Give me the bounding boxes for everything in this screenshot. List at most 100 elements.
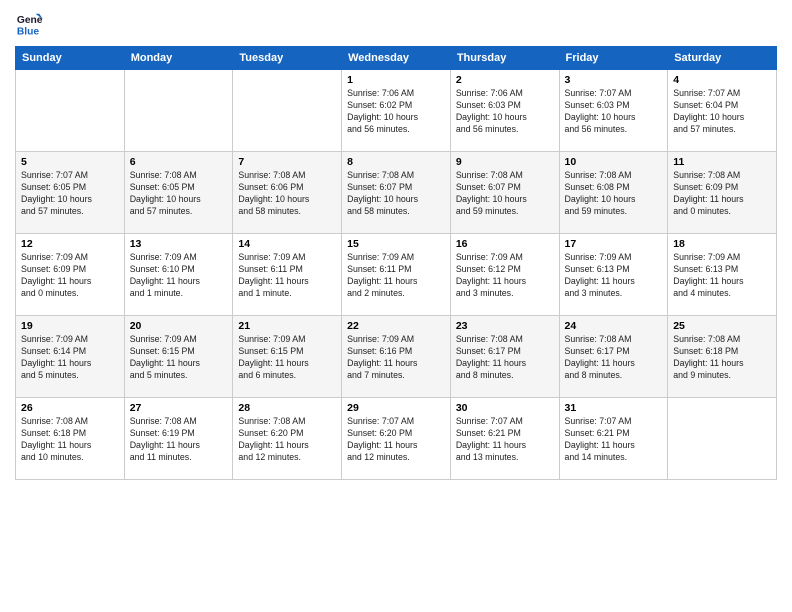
calendar-cell: 11 Sunrise: 7:08 AM Sunset: 6:09 PM Dayli…	[668, 152, 777, 234]
day-number: 12	[21, 238, 119, 250]
day-number: 18	[673, 238, 771, 250]
page: General Blue SundayMondayTuesdayWednesda…	[0, 0, 792, 612]
day-number: 7	[238, 156, 336, 168]
calendar-header-row: SundayMondayTuesdayWednesdayThursdayFrid…	[16, 47, 777, 70]
calendar-cell: 21 Sunrise: 7:09 AM Sunset: 6:15 PM Dayli…	[233, 316, 342, 398]
day-number: 15	[347, 238, 445, 250]
day-info: Sunrise: 7:08 AM Sunset: 6:09 PM Dayligh…	[673, 170, 771, 218]
calendar-week-row: 12 Sunrise: 7:09 AM Sunset: 6:09 PM Dayli…	[16, 234, 777, 316]
day-info: Sunrise: 7:09 AM Sunset: 6:13 PM Dayligh…	[673, 252, 771, 300]
day-number: 8	[347, 156, 445, 168]
day-info: Sunrise: 7:08 AM Sunset: 6:08 PM Dayligh…	[565, 170, 663, 218]
weekday-header: Thursday	[450, 47, 559, 70]
day-info: Sunrise: 7:07 AM Sunset: 6:04 PM Dayligh…	[673, 88, 771, 136]
day-info: Sunrise: 7:08 AM Sunset: 6:07 PM Dayligh…	[347, 170, 445, 218]
day-number: 5	[21, 156, 119, 168]
day-info: Sunrise: 7:08 AM Sunset: 6:19 PM Dayligh…	[130, 416, 228, 464]
calendar-cell: 9 Sunrise: 7:08 AM Sunset: 6:07 PM Daylig…	[450, 152, 559, 234]
calendar-cell: 22 Sunrise: 7:09 AM Sunset: 6:16 PM Dayli…	[342, 316, 451, 398]
day-number: 6	[130, 156, 228, 168]
day-info: Sunrise: 7:06 AM Sunset: 6:03 PM Dayligh…	[456, 88, 554, 136]
day-number: 26	[21, 402, 119, 414]
day-number: 30	[456, 402, 554, 414]
logo-icon: General Blue	[15, 10, 43, 38]
calendar-cell: 19 Sunrise: 7:09 AM Sunset: 6:14 PM Dayli…	[16, 316, 125, 398]
day-info: Sunrise: 7:07 AM Sunset: 6:21 PM Dayligh…	[456, 416, 554, 464]
day-number: 16	[456, 238, 554, 250]
day-number: 22	[347, 320, 445, 332]
day-info: Sunrise: 7:09 AM Sunset: 6:09 PM Dayligh…	[21, 252, 119, 300]
day-number: 14	[238, 238, 336, 250]
day-info: Sunrise: 7:09 AM Sunset: 6:11 PM Dayligh…	[238, 252, 336, 300]
weekday-header: Friday	[559, 47, 668, 70]
calendar-week-row: 26Sunrise: 7:08 AM Sunset: 6:18 PM Dayli…	[16, 398, 777, 480]
day-number: 9	[456, 156, 554, 168]
day-number: 4	[673, 74, 771, 86]
day-number: 21	[238, 320, 336, 332]
day-info: Sunrise: 7:08 AM Sunset: 6:20 PM Dayligh…	[238, 416, 336, 464]
day-info: Sunrise: 7:09 AM Sunset: 6:11 PM Dayligh…	[347, 252, 445, 300]
logo: General Blue	[15, 10, 47, 38]
day-info: Sunrise: 7:07 AM Sunset: 6:21 PM Dayligh…	[565, 416, 663, 464]
day-number: 23	[456, 320, 554, 332]
day-info: Sunrise: 7:07 AM Sunset: 6:05 PM Dayligh…	[21, 170, 119, 218]
weekday-header: Tuesday	[233, 47, 342, 70]
day-number: 27	[130, 402, 228, 414]
calendar-cell: 25 Sunrise: 7:08 AM Sunset: 6:18 PM Dayli…	[668, 316, 777, 398]
calendar-cell: 8 Sunrise: 7:08 AM Sunset: 6:07 PM Daylig…	[342, 152, 451, 234]
calendar-cell	[233, 70, 342, 152]
calendar-cell: 31 Sunrise: 7:07 AM Sunset: 6:21 PM Dayli…	[559, 398, 668, 480]
calendar-cell: 7 Sunrise: 7:08 AM Sunset: 6:06 PM Daylig…	[233, 152, 342, 234]
calendar-cell: 1 Sunrise: 7:06 AM Sunset: 6:02 PM Daylig…	[342, 70, 451, 152]
calendar-table: SundayMondayTuesdayWednesdayThursdayFrid…	[15, 46, 777, 480]
day-number: 2	[456, 74, 554, 86]
day-info: Sunrise: 7:08 AM Sunset: 6:05 PM Dayligh…	[130, 170, 228, 218]
day-info: Sunrise: 7:09 AM Sunset: 6:15 PM Dayligh…	[238, 334, 336, 382]
day-number: 13	[130, 238, 228, 250]
calendar-cell: 6 Sunrise: 7:08 AM Sunset: 6:05 PM Daylig…	[124, 152, 233, 234]
weekday-header: Wednesday	[342, 47, 451, 70]
calendar-cell: 2 Sunrise: 7:06 AM Sunset: 6:03 PM Daylig…	[450, 70, 559, 152]
day-info: Sunrise: 7:09 AM Sunset: 6:10 PM Dayligh…	[130, 252, 228, 300]
calendar-week-row: 1 Sunrise: 7:06 AM Sunset: 6:02 PM Daylig…	[16, 70, 777, 152]
day-info: Sunrise: 7:09 AM Sunset: 6:13 PM Dayligh…	[565, 252, 663, 300]
day-info: Sunrise: 7:08 AM Sunset: 6:18 PM Dayligh…	[673, 334, 771, 382]
day-number: 31	[565, 402, 663, 414]
calendar-cell: 18 Sunrise: 7:09 AM Sunset: 6:13 PM Dayli…	[668, 234, 777, 316]
calendar-cell: 30 Sunrise: 7:07 AM Sunset: 6:21 PM Dayli…	[450, 398, 559, 480]
calendar-cell: 5 Sunrise: 7:07 AM Sunset: 6:05 PM Daylig…	[16, 152, 125, 234]
day-number: 19	[21, 320, 119, 332]
header: General Blue	[15, 10, 777, 38]
calendar-cell: 15 Sunrise: 7:09 AM Sunset: 6:11 PM Dayli…	[342, 234, 451, 316]
day-number: 1	[347, 74, 445, 86]
day-number: 28	[238, 402, 336, 414]
day-info: Sunrise: 7:08 AM Sunset: 6:17 PM Dayligh…	[565, 334, 663, 382]
day-info: Sunrise: 7:08 AM Sunset: 6:17 PM Dayligh…	[456, 334, 554, 382]
day-info: Sunrise: 7:09 AM Sunset: 6:14 PM Dayligh…	[21, 334, 119, 382]
calendar-cell: 4 Sunrise: 7:07 AM Sunset: 6:04 PM Daylig…	[668, 70, 777, 152]
calendar-cell	[124, 70, 233, 152]
calendar-cell: 12 Sunrise: 7:09 AM Sunset: 6:09 PM Dayli…	[16, 234, 125, 316]
day-info: Sunrise: 7:08 AM Sunset: 6:06 PM Dayligh…	[238, 170, 336, 218]
calendar-cell: 3 Sunrise: 7:07 AM Sunset: 6:03 PM Daylig…	[559, 70, 668, 152]
day-info: Sunrise: 7:07 AM Sunset: 6:03 PM Dayligh…	[565, 88, 663, 136]
day-number: 10	[565, 156, 663, 168]
calendar-cell: 27 Sunrise: 7:08 AM Sunset: 6:19 PM Dayli…	[124, 398, 233, 480]
calendar-cell: 24 Sunrise: 7:08 AM Sunset: 6:17 PM Dayli…	[559, 316, 668, 398]
day-number: 24	[565, 320, 663, 332]
day-number: 11	[673, 156, 771, 168]
svg-text:Blue: Blue	[17, 26, 40, 37]
calendar-week-row: 5 Sunrise: 7:07 AM Sunset: 6:05 PM Daylig…	[16, 152, 777, 234]
day-info: Sunrise: 7:09 AM Sunset: 6:16 PM Dayligh…	[347, 334, 445, 382]
weekday-header: Monday	[124, 47, 233, 70]
calendar-cell: 10 Sunrise: 7:08 AM Sunset: 6:08 PM Dayli…	[559, 152, 668, 234]
calendar-cell: 13 Sunrise: 7:09 AM Sunset: 6:10 PM Dayli…	[124, 234, 233, 316]
calendar-cell: 17Sunrise: 7:09 AM Sunset: 6:13 PM Dayli…	[559, 234, 668, 316]
day-number: 3	[565, 74, 663, 86]
weekday-header: Sunday	[16, 47, 125, 70]
day-info: Sunrise: 7:06 AM Sunset: 6:02 PM Dayligh…	[347, 88, 445, 136]
day-info: Sunrise: 7:08 AM Sunset: 6:07 PM Dayligh…	[456, 170, 554, 218]
day-info: Sunrise: 7:09 AM Sunset: 6:12 PM Dayligh…	[456, 252, 554, 300]
day-number: 25	[673, 320, 771, 332]
svg-text:General: General	[17, 15, 43, 26]
